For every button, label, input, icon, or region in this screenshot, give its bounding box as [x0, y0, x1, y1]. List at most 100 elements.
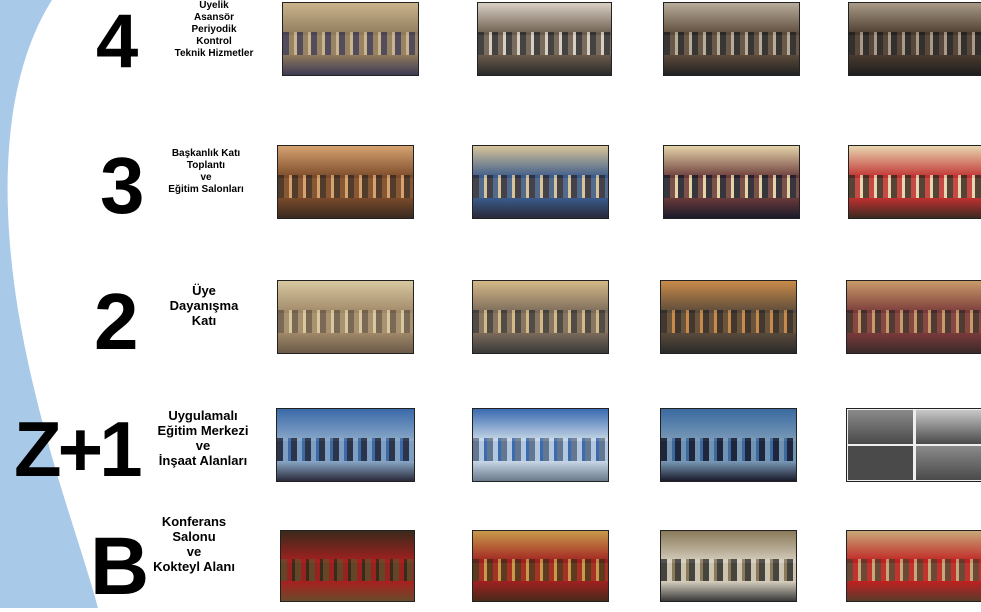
photo-floor-area [849, 197, 981, 218]
photo-wall-area [849, 3, 981, 36]
floor-description: Uygulamalı Eğitim Merkezi ve İnşaat Alanlar… [138, 408, 268, 468]
conference-hall-photo[interactable] [472, 530, 609, 602]
photo-floor-area [473, 197, 608, 218]
floor-description-line: Kontrol [196, 36, 232, 47]
photo-wall-area [664, 146, 799, 179]
photo-interior-detail [849, 31, 981, 57]
photo-interior-detail [661, 437, 796, 463]
photo-interior-detail [847, 309, 981, 335]
photo-interior-detail [478, 31, 611, 57]
photo-floor-area [664, 197, 799, 218]
floor-description-line: ve [200, 172, 212, 183]
photo-wall-area [473, 409, 608, 442]
floor-description-line: Toplantı [186, 160, 226, 171]
photo-wall-area [847, 531, 981, 563]
blue-arc-shape [0, 0, 98, 608]
photo-interior-detail [281, 559, 414, 584]
training-center-photo[interactable] [472, 408, 609, 482]
conference-room-photo[interactable] [663, 2, 800, 76]
photo-wall-area [278, 146, 413, 179]
photo-floor-area [661, 460, 796, 481]
floor-number: B [90, 521, 150, 612]
photo-floor-area [664, 54, 799, 75]
conference-room-photo[interactable] [848, 2, 981, 76]
meeting-hall-photo[interactable] [277, 145, 414, 219]
photo-floor-area [278, 332, 413, 353]
photo-interior-detail [664, 174, 799, 200]
floor-description-line: ve [186, 544, 202, 559]
photo-floor-area [847, 581, 981, 601]
event-photo[interactable] [846, 280, 981, 354]
floor-description: Başkanlık Katı Toplantı ve Eğitim Salonları [158, 148, 254, 196]
photo-wall-area [281, 531, 414, 563]
floor-description-line: Asansör [193, 12, 234, 23]
photo-wall-area [664, 3, 799, 36]
floor-number: 2 [94, 277, 139, 366]
photo-floor-area [277, 460, 414, 481]
photo-wall-area [849, 146, 981, 179]
floor-description-line: Uygulamalı [168, 408, 238, 423]
photo-wall-area [278, 281, 413, 314]
training-hall-photo[interactable] [663, 145, 800, 219]
floor-description-line: Katı [191, 313, 217, 328]
photo-wall-area [473, 146, 608, 179]
floor-description-line: Salonu [172, 529, 216, 544]
lounge-photo[interactable] [277, 280, 414, 354]
floor-description: Konferans Salonu ve Kokteyl Alanı [148, 514, 240, 574]
training-hall-photo[interactable] [848, 145, 981, 219]
photo-interior-detail [278, 309, 413, 335]
cocktail-area-photo[interactable] [660, 530, 797, 602]
training-hall-photo[interactable] [472, 145, 609, 219]
floor-description: Üyelik Asansör Periyodik Kontrol Teknik Hizm… [158, 0, 270, 60]
photo-floor-area [849, 54, 981, 75]
photo-floor-area [661, 581, 796, 601]
training-center-photo[interactable] [276, 408, 415, 482]
photo-wall-area [661, 531, 796, 563]
floor-description-line: ve [195, 438, 211, 453]
photo-interior-detail [278, 174, 413, 200]
photo-wall-area [473, 281, 608, 314]
photo-interior-detail [661, 309, 796, 335]
photo-floor-area [473, 460, 608, 481]
photo-interior-detail [661, 559, 796, 584]
photo-floor-area [283, 54, 418, 75]
construction-sub-photo [915, 409, 981, 444]
photo-wall-area [847, 281, 981, 314]
conference-room-photo[interactable] [477, 2, 612, 76]
lounge-photo[interactable] [472, 280, 609, 354]
floor-description-line: Eğitim Salonları [168, 184, 244, 195]
photo-interior-detail [847, 559, 981, 584]
photo-floor-area [278, 197, 413, 218]
construction-sub-photo [848, 409, 914, 444]
dining-hall-photo[interactable] [660, 280, 797, 354]
conference-hall-photo[interactable] [280, 530, 415, 602]
photo-interior-detail [664, 31, 799, 57]
photo-interior-detail [473, 437, 608, 463]
floor-description-line: Üyelik [199, 0, 229, 11]
photo-wall-area [473, 531, 608, 563]
floor-description-line: Başkanlık Katı [171, 148, 241, 159]
photo-floor-area [847, 332, 981, 353]
photo-wall-area [661, 281, 796, 314]
training-center-photo[interactable] [660, 408, 797, 482]
photo-interior-detail [473, 309, 608, 335]
photo-wall-area [661, 409, 796, 442]
photo-interior-detail [283, 31, 418, 57]
floor-number: 4 [96, 0, 139, 84]
floor-description-line: Konferans [161, 514, 227, 529]
photo-wall-area [277, 409, 414, 442]
photo-floor-area [473, 332, 608, 353]
floor-description-line: Periyodik [191, 24, 237, 35]
construction-area-photo[interactable] [846, 408, 981, 482]
floor-description-line: Eğitim Merkezi [157, 423, 249, 438]
photo-floor-area [281, 581, 414, 601]
meeting-room-photo[interactable] [282, 2, 419, 76]
photo-interior-detail [473, 559, 608, 584]
photo-interior-detail [473, 174, 608, 200]
conference-hall-photo[interactable] [846, 530, 981, 602]
floor-description-line: Teknik Hizmetler [174, 48, 254, 59]
photo-interior-detail [277, 437, 414, 463]
photo-interior-detail [849, 174, 981, 200]
floor-number: Z+1 [14, 405, 143, 493]
photo-wall-area [283, 3, 418, 36]
